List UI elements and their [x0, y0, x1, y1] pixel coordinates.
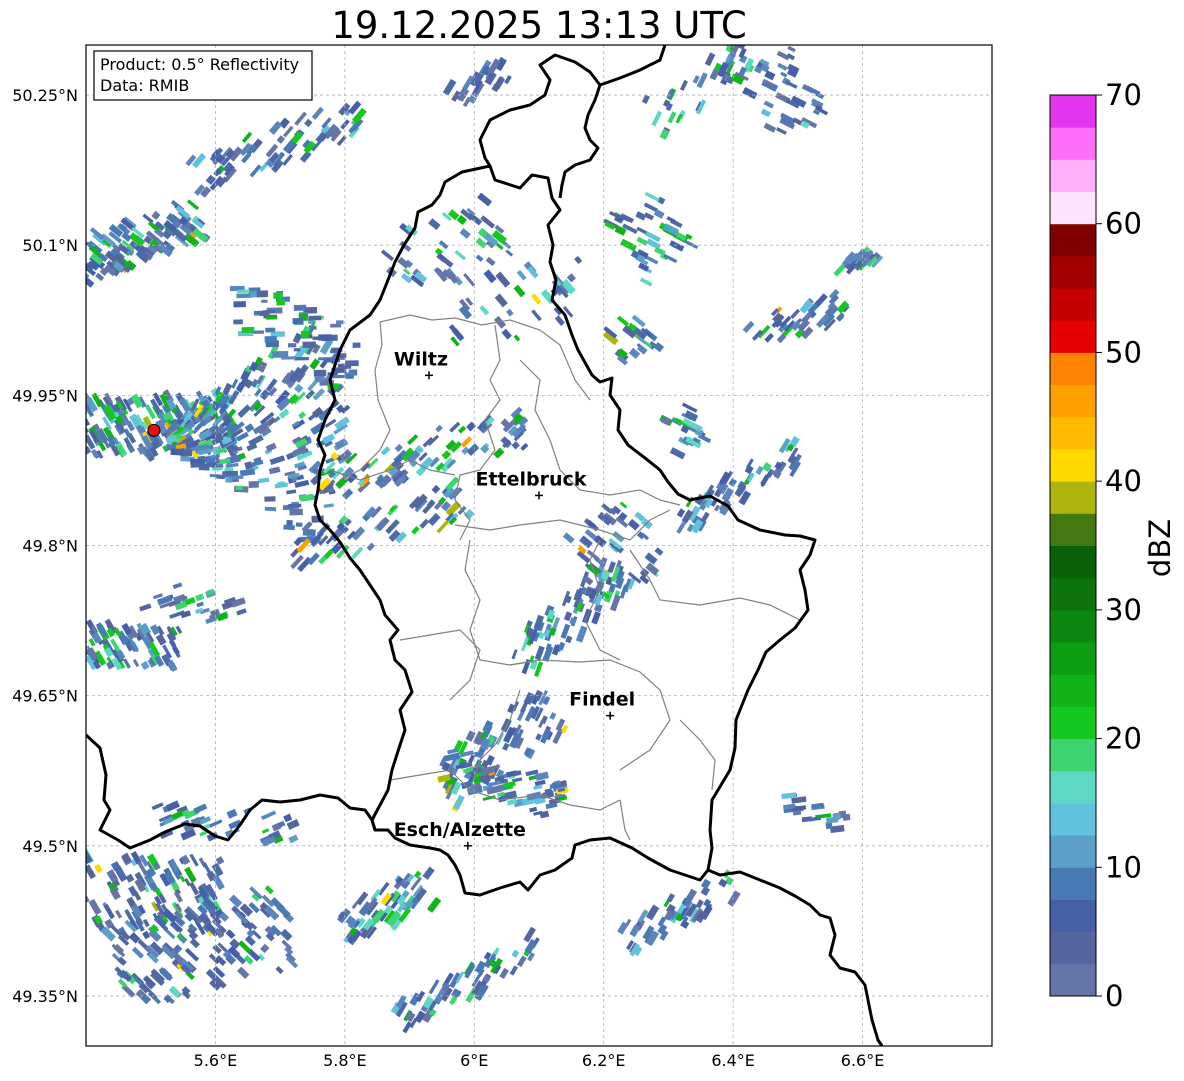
info-box: Product: 0.5° Reflectivity Data: RMIB	[93, 50, 313, 101]
colorbar-tick-label: 10	[1105, 850, 1142, 884]
lat-tick-label: 49.8°N	[22, 537, 78, 556]
colorbar-segment	[1050, 545, 1096, 579]
colorbar-segment	[1050, 802, 1096, 836]
colorbar-segment	[1050, 609, 1096, 643]
colorbar-segment	[1050, 577, 1096, 611]
city-label: Ettelbruck	[476, 468, 587, 490]
lon-tick-label: 5.8°E	[323, 1051, 367, 1070]
colorbar: 0 10 20 30 40 50 60 70 dBZ	[1049, 78, 1177, 1013]
product-label: Product: 0.5° Reflectivity	[100, 55, 299, 74]
colorbar-segment	[1050, 352, 1096, 386]
lon-tick-label: 6°E	[460, 1051, 488, 1070]
city-label: Findel	[569, 689, 635, 711]
colorbar-segment	[1050, 288, 1096, 321]
colorbar-segment	[1050, 481, 1096, 514]
lat-tick-label: 49.35°N	[12, 987, 78, 1006]
colorbar-segment	[1050, 384, 1096, 418]
colorbar-segment	[1050, 95, 1096, 128]
colorbar-segment	[1050, 738, 1096, 772]
colorbar-segment	[1050, 674, 1096, 707]
colorbar-tick-label: 20	[1105, 722, 1142, 756]
lat-tick-label: 49.65°N	[12, 687, 78, 706]
lat-tick-label: 50.25°N	[12, 86, 78, 105]
colorbar-segment	[1050, 835, 1096, 868]
colorbar-tick-label: 40	[1105, 464, 1142, 498]
lat-tick-label: 49.95°N	[12, 386, 78, 405]
colorbar-segment	[1050, 448, 1096, 482]
colorbar-segment	[1050, 963, 1096, 997]
colorbar-tick-label: 50	[1105, 335, 1142, 369]
colorbar-segment	[1050, 320, 1096, 353]
lat-tick-label: 50.1°N	[22, 236, 78, 255]
colorbar-segment	[1050, 513, 1096, 546]
map-panel: Wiltz Ettelbruck Findel Esch/Alzette Produc…	[85, 44, 993, 1047]
colorbar-segment	[1050, 223, 1096, 257]
colorbar-segments	[1050, 95, 1096, 997]
city-label: Esch/Alzette	[394, 819, 526, 841]
colorbar-segment	[1050, 255, 1096, 289]
colorbar-ticks: 0 10 20 30 40 50 60 70	[1096, 78, 1142, 1013]
colorbar-segment	[1050, 416, 1096, 450]
colorbar-segment	[1050, 931, 1096, 965]
colorbar-tick-label: 0	[1105, 979, 1123, 1013]
colorbar-segment	[1050, 770, 1096, 804]
colorbar-tick-label: 70	[1105, 78, 1142, 112]
data-source-label: Data: RMIB	[100, 76, 189, 95]
radar-site-marker	[147, 423, 161, 437]
lat-tick-label: 49.5°N	[22, 837, 78, 856]
city-label: Wiltz	[394, 348, 448, 370]
lon-tick-label: 6.2°E	[582, 1051, 626, 1070]
lon-tick-label: 6.6°E	[841, 1051, 885, 1070]
colorbar-tick-label: 30	[1105, 593, 1142, 627]
colorbar-segment	[1050, 899, 1096, 933]
colorbar-segment	[1050, 706, 1096, 740]
colorbar-tick-label: 60	[1105, 207, 1142, 241]
colorbar-segment	[1050, 867, 1096, 900]
colorbar-segment	[1050, 191, 1096, 225]
radar-figure: Wiltz Ettelbruck Findel Esch/Alzette Produc…	[12, 44, 1177, 1070]
colorbar-segment	[1050, 159, 1096, 193]
colorbar-segment	[1050, 127, 1096, 160]
lon-tick-label: 6.4°E	[711, 1051, 755, 1070]
colorbar-label: dBZ	[1143, 519, 1177, 577]
lon-tick-label: 5.6°E	[194, 1051, 238, 1070]
colorbar-segment	[1050, 642, 1096, 675]
